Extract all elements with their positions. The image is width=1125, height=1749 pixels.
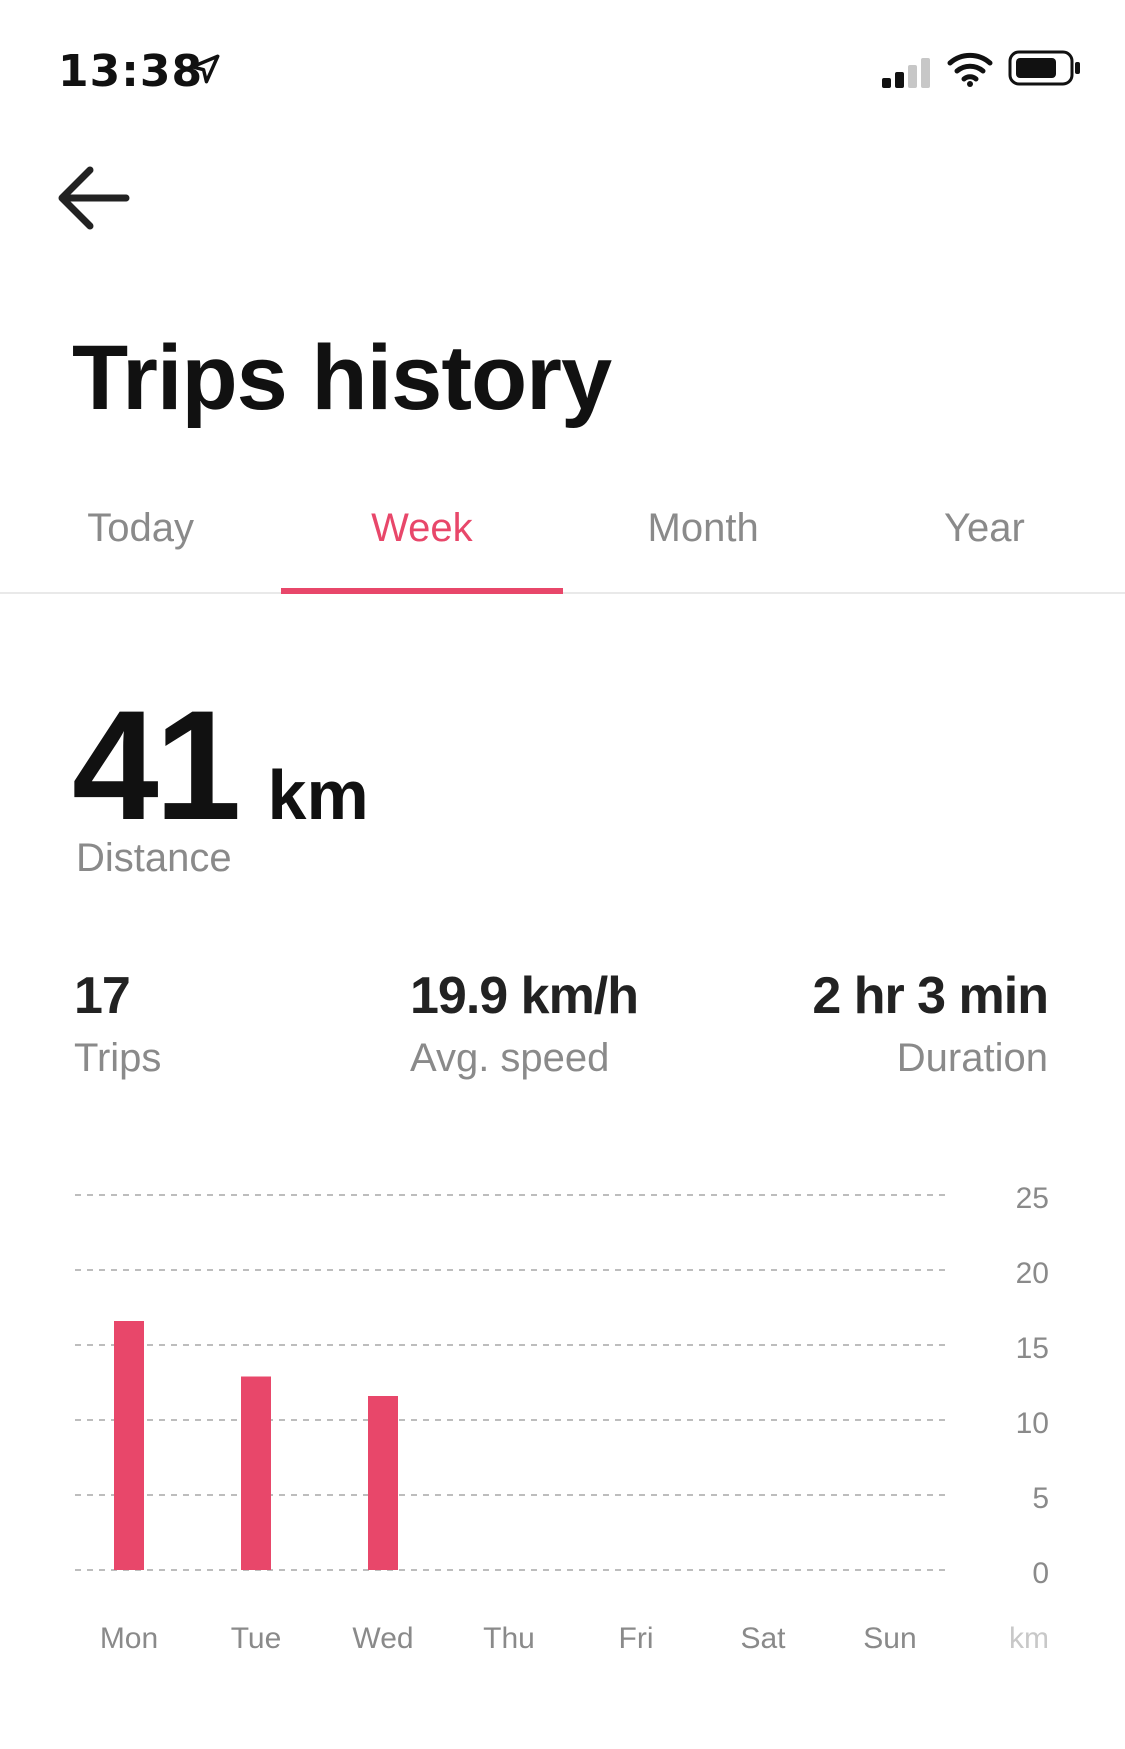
duration-value: 2 hr 3 min — [812, 967, 1049, 1025]
tab-today[interactable]: Today — [0, 480, 281, 592]
trips-label: Trips — [74, 1036, 162, 1080]
distance-unit: km — [267, 756, 369, 834]
x-tick-label: Sat — [740, 1622, 786, 1655]
y-tick-label: 10 — [1016, 1407, 1049, 1440]
x-tick-label: Sun — [863, 1622, 916, 1655]
y-tick-label: 5 — [1032, 1482, 1049, 1515]
tab-week[interactable]: Week — [281, 480, 563, 594]
back-button[interactable] — [54, 160, 134, 240]
x-tick-label: Mon — [100, 1622, 158, 1655]
y-tick-label: 25 — [1016, 1182, 1049, 1215]
tab-year[interactable]: Year — [844, 480, 1125, 592]
x-tick-label: Thu — [483, 1622, 535, 1655]
wifi-icon — [947, 52, 993, 87]
page-title: Trips history — [72, 327, 612, 429]
period-tabs: Today Week Month Year — [0, 480, 1125, 594]
x-tick-label: Fri — [619, 1622, 654, 1655]
trips-value: 17 — [74, 967, 131, 1025]
chart-bar — [114, 1321, 144, 1570]
y-tick-label: 15 — [1016, 1332, 1049, 1365]
y-tick-label: 0 — [1032, 1557, 1049, 1590]
battery-icon — [1008, 50, 1080, 86]
distance-label: Distance — [76, 836, 232, 880]
cellular-signal-icon — [882, 58, 930, 88]
avg-speed-label: Avg. speed — [410, 1036, 610, 1080]
back-arrow-icon — [58, 166, 130, 230]
location-arrow-icon — [190, 54, 220, 84]
y-tick-label: 20 — [1016, 1257, 1049, 1290]
chart-bar — [368, 1396, 398, 1570]
x-tick-label: Wed — [352, 1622, 413, 1655]
x-tick-label: Tue — [231, 1622, 282, 1655]
distance-value: 41 — [72, 679, 242, 853]
weekly-distance-chart: 0 5 10 15 20 25 Mon Tue Wed Thu Fri Sat Sun km — [75, 1182, 1049, 1655]
avg-speed-value: 19.9 km/h — [410, 967, 639, 1025]
y-axis-unit-label: km — [1009, 1622, 1049, 1655]
tab-month[interactable]: Month — [563, 480, 844, 592]
status-time: 13:38 — [58, 46, 204, 97]
chart-bar — [241, 1376, 271, 1570]
distance-summary: 41 km — [72, 688, 369, 844]
duration-label: Duration — [896, 1036, 1048, 1080]
